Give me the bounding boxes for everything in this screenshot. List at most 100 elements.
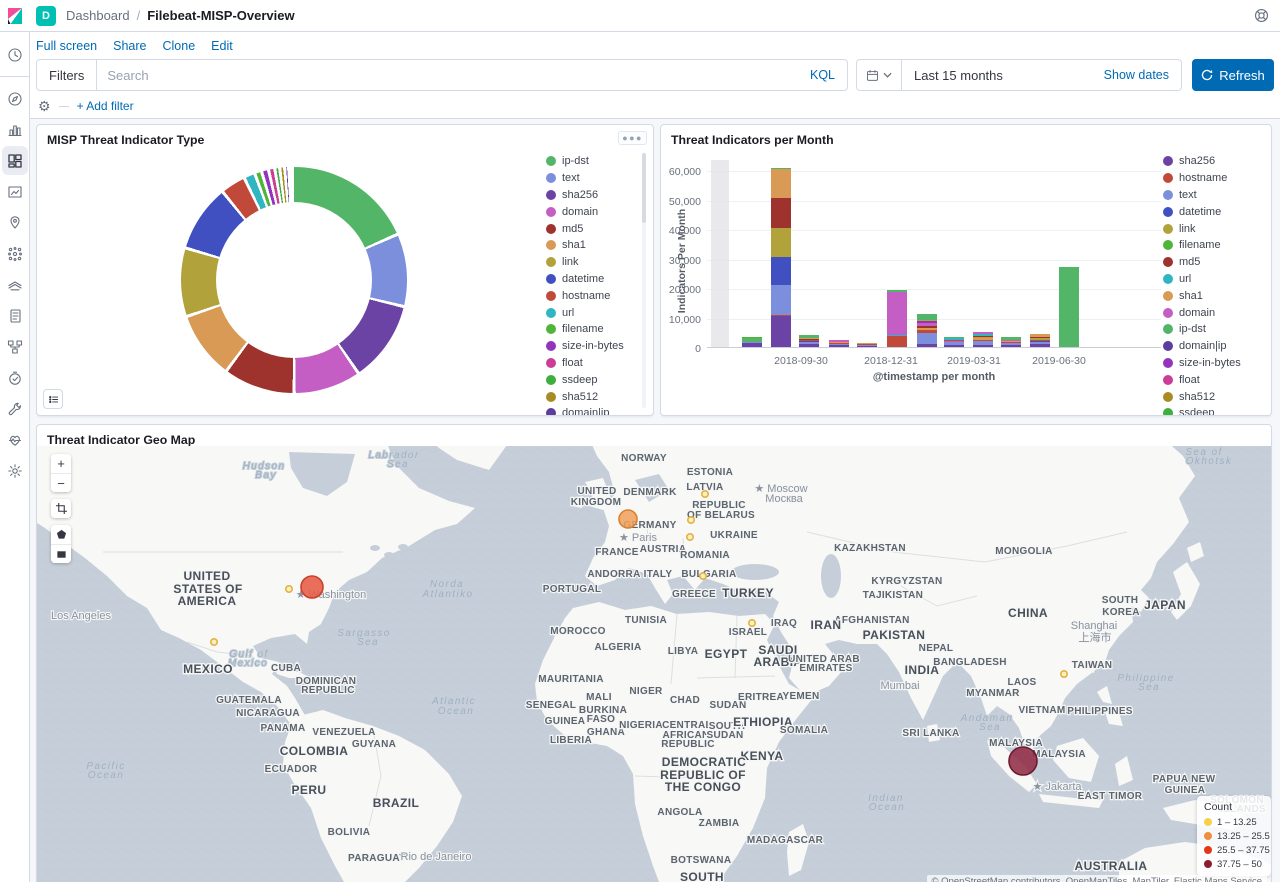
sidebar-item-recently-viewed[interactable] bbox=[2, 40, 28, 69]
draw-rectangle-button[interactable] bbox=[51, 544, 71, 563]
legend-item-ssdeep[interactable]: ssdeep bbox=[1163, 405, 1272, 416]
legend-toggle-button[interactable] bbox=[43, 389, 63, 409]
sidebar-item-maps[interactable] bbox=[2, 208, 28, 237]
legend-scrollbar[interactable] bbox=[642, 153, 646, 408]
toolbar-link-edit[interactable]: Edit bbox=[211, 39, 233, 53]
bar-2018-11-30[interactable] bbox=[829, 340, 849, 347]
legend-item-filename[interactable]: filename bbox=[546, 321, 654, 338]
legend-item-ip-dst[interactable]: ip-dst bbox=[546, 153, 654, 170]
legend-item-filename[interactable]: filename bbox=[1163, 237, 1272, 254]
crop-tool-button[interactable] bbox=[51, 499, 71, 518]
legend-item-sha512[interactable]: sha512 bbox=[1163, 388, 1272, 405]
legend-item-link[interactable]: link bbox=[1163, 220, 1272, 237]
toolbar-link-clone[interactable]: Clone bbox=[163, 39, 196, 53]
sidebar-item-logs[interactable] bbox=[2, 301, 28, 330]
show-dates-button[interactable]: Show dates bbox=[1104, 68, 1181, 82]
time-range-value[interactable]: Last 15 months bbox=[902, 68, 1104, 83]
toolbar-link-full-screen[interactable]: Full screen bbox=[36, 39, 97, 53]
sidebar-item-stack-monitoring[interactable] bbox=[2, 425, 28, 454]
legend-item-hostname[interactable]: hostname bbox=[1163, 170, 1272, 187]
sidebar-item-metrics[interactable] bbox=[2, 270, 28, 299]
bar-2019-03-31[interactable] bbox=[944, 337, 964, 347]
sidebar-item-visualize[interactable] bbox=[2, 115, 28, 144]
search-bar: Filters KQL bbox=[36, 59, 848, 91]
zoom-in-button[interactable]: + bbox=[51, 454, 71, 473]
map-label-pakistan: PAKISTAN bbox=[863, 628, 926, 642]
sidebar-item-dev-tools[interactable] bbox=[2, 394, 28, 423]
sidebar-item-machine-learning[interactable] bbox=[2, 239, 28, 268]
legend-item-sha256[interactable]: sha256 bbox=[1163, 153, 1272, 170]
legend-item-hostname[interactable]: hostname bbox=[546, 287, 654, 304]
filter-settings-gear-icon[interactable]: ⚙ bbox=[38, 99, 51, 113]
legend-item-ssdeep[interactable]: ssdeep bbox=[546, 371, 654, 388]
legend-item-domain[interactable]: domain bbox=[546, 203, 654, 220]
bar-2019-01-31[interactable] bbox=[887, 290, 907, 347]
sidebar-item-apm[interactable] bbox=[2, 332, 28, 361]
legend-item-float[interactable]: float bbox=[1163, 371, 1272, 388]
legend-item-url[interactable]: url bbox=[546, 304, 654, 321]
map-label-nigeria: NIGERIA bbox=[619, 720, 663, 731]
bar-2019-05-31[interactable] bbox=[1001, 337, 1021, 347]
bar-chart[interactable] bbox=[707, 161, 1161, 348]
geo-point-cluster[interactable] bbox=[619, 510, 637, 528]
map-label-ukraine: UKRAINE bbox=[710, 530, 758, 541]
legend-item-datetime[interactable]: datetime bbox=[546, 271, 654, 288]
bar-2019-06-30[interactable] bbox=[1030, 334, 1050, 347]
sidebar-item-dashboard[interactable] bbox=[2, 146, 28, 175]
sidebar-item-canvas[interactable] bbox=[2, 177, 28, 206]
add-filter-button[interactable]: + Add filter bbox=[77, 99, 134, 113]
legend-item-domain[interactable]: domain bbox=[1163, 304, 1272, 321]
panel-options-icon[interactable]: ●●● bbox=[618, 131, 647, 145]
refresh-button[interactable]: Refresh bbox=[1192, 59, 1274, 91]
legend-item-size-in-bytes[interactable]: size-in-bytes bbox=[546, 338, 654, 355]
map-legend-dot bbox=[1204, 818, 1212, 826]
kibana-logo-icon[interactable] bbox=[0, 7, 30, 25]
legend-item-float[interactable]: float bbox=[546, 355, 654, 372]
filters-button[interactable]: Filters bbox=[37, 60, 97, 90]
legend-item-md5[interactable]: md5 bbox=[546, 220, 654, 237]
calendar-dropdown-button[interactable] bbox=[857, 60, 902, 90]
map-legend-item: 1 – 13.25 bbox=[1204, 815, 1264, 829]
legend-item-domain|ip[interactable]: domain|ip bbox=[1163, 338, 1272, 355]
legend-item-md5[interactable]: md5 bbox=[1163, 254, 1272, 271]
bar-2018-09-30[interactable] bbox=[771, 168, 791, 347]
legend-item-domain|ip[interactable]: domain|ip bbox=[546, 405, 654, 416]
legend-item-sha256[interactable]: sha256 bbox=[546, 187, 654, 204]
geo-point-small bbox=[211, 639, 217, 645]
bar-2019-02-28[interactable] bbox=[917, 314, 937, 347]
draw-polygon-button[interactable] bbox=[51, 525, 71, 544]
donut-chart[interactable] bbox=[181, 167, 407, 393]
kql-button[interactable]: KQL bbox=[798, 68, 847, 82]
breadcrumb-dashboard[interactable]: Dashboard bbox=[66, 8, 130, 23]
legend-dot bbox=[1163, 291, 1173, 301]
zoom-out-button[interactable]: − bbox=[51, 473, 71, 492]
geo-point-cluster[interactable] bbox=[1009, 747, 1037, 775]
sidebar-item-management[interactable] bbox=[2, 456, 28, 485]
world-map[interactable]: HudsonBayLabradorSeaSea ofOkhotskNordaAt… bbox=[37, 446, 1272, 882]
search-input[interactable] bbox=[97, 68, 798, 83]
geo-point-cluster[interactable] bbox=[301, 576, 323, 598]
bar-2018-10-31[interactable] bbox=[799, 335, 819, 347]
legend-item-sha512[interactable]: sha512 bbox=[546, 388, 654, 405]
bar-2018-07-31[interactable] bbox=[711, 160, 729, 347]
legend-item-text[interactable]: text bbox=[1163, 187, 1272, 204]
legend-item-datetime[interactable]: datetime bbox=[1163, 203, 1272, 220]
legend-item-size-in-bytes[interactable]: size-in-bytes bbox=[1163, 355, 1272, 372]
legend-label: sha1 bbox=[1179, 290, 1203, 302]
legend-item-ip-dst[interactable]: ip-dst bbox=[1163, 321, 1272, 338]
bar-2019-04-30[interactable] bbox=[973, 332, 993, 347]
legend-item-link[interactable]: link bbox=[546, 254, 654, 271]
sidebar-item-uptime[interactable] bbox=[2, 363, 28, 392]
bar-segment-hostname bbox=[887, 336, 907, 347]
bar-2019-07-31[interactable] bbox=[1059, 267, 1079, 347]
toolbar-link-share[interactable]: Share bbox=[113, 39, 146, 53]
legend-item-url[interactable]: url bbox=[1163, 271, 1272, 288]
bar-2018-08-31[interactable] bbox=[742, 337, 762, 347]
sidebar-item-discover[interactable] bbox=[2, 84, 28, 113]
bar-2018-12-31[interactable] bbox=[857, 343, 877, 347]
legend-item-sha1[interactable]: sha1 bbox=[546, 237, 654, 254]
help-icon[interactable] bbox=[1253, 7, 1270, 27]
legend-item-sha1[interactable]: sha1 bbox=[1163, 287, 1272, 304]
bar-segment-link bbox=[771, 228, 791, 257]
legend-item-text[interactable]: text bbox=[546, 170, 654, 187]
